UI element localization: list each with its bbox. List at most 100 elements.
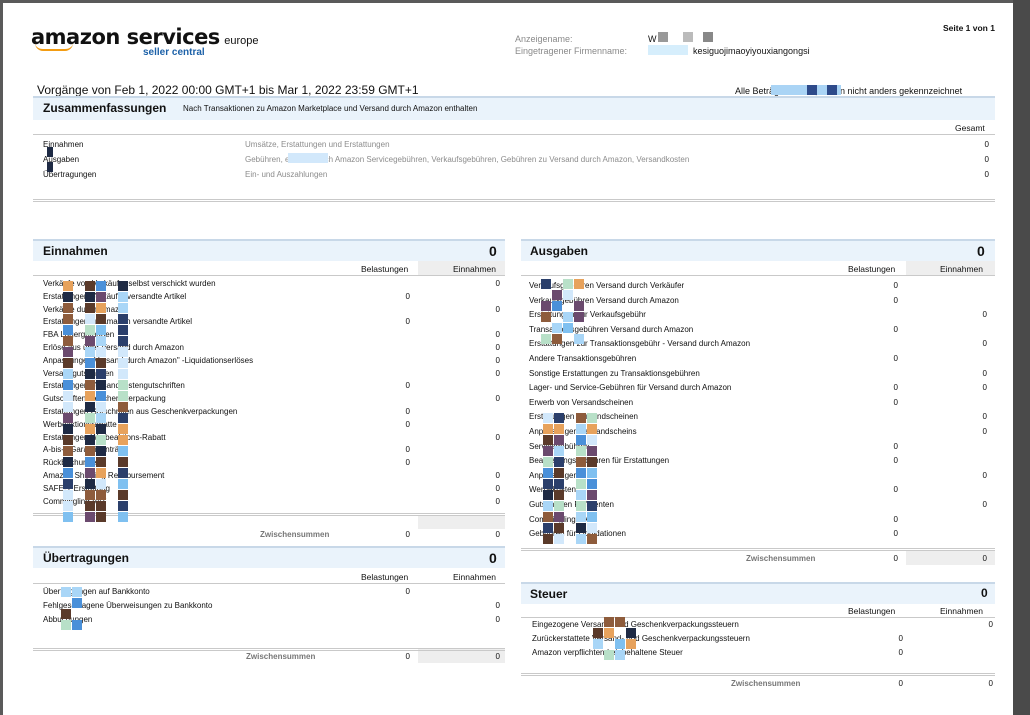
expenses-row-label: Verkaufsgebühren Versand durch Verkäufer	[529, 281, 685, 290]
redaction-block	[63, 424, 73, 434]
redaction-block	[63, 490, 73, 500]
income-row-income: 0	[495, 355, 500, 365]
redaction-block	[85, 347, 95, 357]
summary-row-value: 0	[984, 140, 989, 149]
transfers-subtotal-charge: 0	[405, 652, 410, 661]
redaction-block	[563, 323, 573, 333]
redaction-block	[96, 281, 106, 291]
redaction-block	[72, 587, 82, 597]
redaction-block	[96, 468, 106, 478]
redaction-block	[96, 479, 106, 489]
redaction-block	[118, 402, 128, 412]
redaction-block	[63, 512, 73, 522]
redaction-block	[587, 501, 597, 511]
income-subtotal-income: 0	[495, 530, 500, 539]
redaction-block	[615, 650, 625, 660]
divider	[33, 134, 995, 135]
redaction-block	[576, 479, 586, 489]
redaction-block	[63, 413, 73, 423]
redaction-block	[85, 435, 95, 445]
expenses-row-label: Erstattungen zur Transaktionsgebühr - Ve…	[529, 339, 751, 349]
expenses-row-income: 0	[982, 500, 987, 509]
redaction-block	[63, 303, 73, 313]
redaction-block	[541, 334, 551, 344]
income-row-charge: 0	[405, 317, 410, 327]
redaction-block	[541, 312, 551, 322]
expenses-row-charge: 0	[893, 324, 898, 334]
vertical-scrollbar[interactable]	[1013, 0, 1030, 715]
redaction-block	[543, 501, 553, 511]
currency-note: Alle Beträge in EUR, sofern nicht anders…	[735, 86, 963, 96]
redaction-block	[85, 402, 95, 412]
tax-subtotal-charge: 0	[898, 679, 903, 688]
divider	[33, 275, 505, 276]
redaction-block	[703, 32, 713, 42]
statement-page: amazon services europe seller central An…	[3, 3, 1013, 715]
redaction-block	[552, 290, 562, 300]
summary-row-desc: Umsätze, Erstattungen und Erstattungen	[245, 140, 390, 149]
expenses-row-income: 0	[982, 470, 987, 480]
tax-total: 0	[981, 586, 988, 600]
redaction-block	[63, 314, 73, 324]
income-row-income: 0	[495, 471, 500, 480]
redaction-block	[587, 446, 597, 456]
redaction-block	[96, 292, 106, 302]
redaction-block	[648, 45, 688, 55]
redaction-block	[96, 336, 106, 346]
income-subtotal-label: Zwischensummen	[260, 530, 330, 539]
redaction-block	[552, 334, 562, 344]
redaction-block	[576, 523, 586, 533]
redaction-block	[543, 523, 553, 533]
redaction-block	[118, 314, 128, 324]
divider	[33, 583, 505, 584]
redaction-block	[85, 490, 95, 500]
summary-bottom-rule	[33, 199, 995, 202]
redaction-block	[96, 490, 106, 500]
redaction-block	[543, 435, 553, 445]
logo-sub: seller central	[143, 47, 205, 58]
page-indicator: Seite 1 von 1	[943, 23, 995, 33]
redaction-block	[61, 620, 71, 630]
expenses-subtotal-income: 0	[982, 554, 987, 563]
redaction-block	[576, 435, 586, 445]
tax-subtotal-income: 0	[988, 679, 993, 688]
redaction-block	[47, 162, 53, 172]
redaction-block	[118, 380, 128, 390]
redaction-block	[554, 501, 564, 511]
redaction-block	[85, 314, 95, 324]
tax-row-charge: 0	[898, 634, 903, 643]
redaction-block	[593, 639, 603, 649]
redaction-block	[587, 468, 597, 478]
period-text: Vorgänge von Feb 1, 2022 00:00 GMT+1 bis…	[37, 83, 419, 97]
redaction-block	[63, 435, 73, 445]
redaction-block	[587, 457, 597, 467]
expenses-row-income: 0	[982, 427, 987, 436]
redaction-block	[96, 512, 106, 522]
redaction-block	[63, 479, 73, 489]
redaction-block	[552, 323, 562, 333]
redaction-block	[85, 446, 95, 456]
redaction-block	[96, 347, 106, 357]
redaction-block	[543, 512, 553, 522]
redaction-block	[563, 290, 573, 300]
transfers-col-charges: Belastungen	[361, 572, 409, 582]
redaction-block	[118, 325, 128, 335]
redaction-block	[554, 413, 564, 423]
summary-col-total: Gesamt	[955, 123, 985, 133]
income-row-income: 0	[495, 304, 500, 314]
redaction-block	[576, 457, 586, 467]
redaction-block	[615, 617, 625, 627]
redaction-block	[626, 628, 636, 638]
redaction-block	[63, 369, 73, 379]
redaction-block	[543, 424, 553, 434]
redaction-block	[63, 391, 73, 401]
redaction-block	[543, 446, 553, 456]
redaction-block	[593, 628, 603, 638]
redaction-block	[563, 279, 573, 289]
expenses-row-charge: 0	[893, 354, 898, 363]
redaction-block	[807, 85, 817, 95]
tax-subtotal-rule	[521, 673, 995, 676]
redaction-block	[118, 347, 128, 357]
expenses-row-charge: 0	[893, 456, 898, 466]
redaction-block	[604, 650, 614, 660]
